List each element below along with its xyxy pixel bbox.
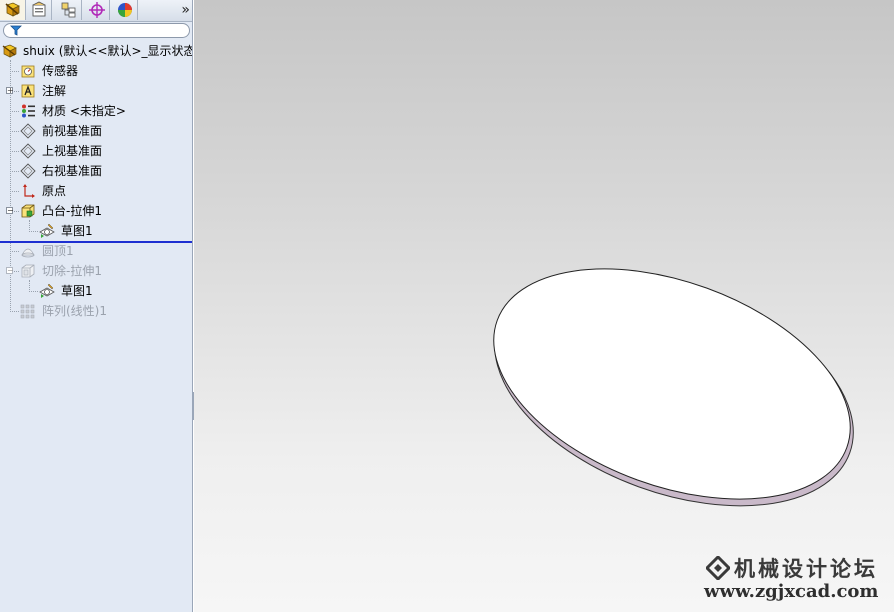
tree-item-boss-extrude1[interactable]: − 凸台-拉伸1 — [0, 201, 192, 221]
tree-root-part[interactable]: shuix (默认<<默认>_显示状态-1>) — [0, 41, 192, 61]
tree-item-sketch1-a[interactable]: 草图1 — [0, 221, 192, 241]
tree-item-cut-extrude1[interactable]: − 切除-拉伸1 — [0, 261, 192, 281]
tree-item-material[interactable]: 材质 <未指定> — [0, 101, 192, 121]
expand-toggle[interactable]: + — [6, 87, 14, 95]
part-icon — [2, 44, 17, 58]
tree-item-label: 阵列(线性)1 — [42, 304, 107, 318]
tree-item-label: 材质 <未指定> — [42, 104, 126, 118]
tree-item-label: 右视基准面 — [42, 164, 103, 178]
sensor-icon — [21, 65, 35, 78]
tab-display[interactable] — [112, 0, 138, 20]
tree-item-annotations[interactable]: + 注解 — [0, 81, 192, 101]
tree-item-sketch1-b[interactable]: 草图1 — [0, 281, 192, 301]
plane-icon — [20, 143, 36, 159]
tree-item-sensors[interactable]: 传感器 — [0, 61, 192, 81]
more-tabs-button[interactable]: » — [181, 1, 190, 19]
dome-icon — [21, 248, 35, 258]
dimxpert-icon — [88, 2, 105, 18]
collapse-toggle[interactable]: − — [6, 207, 14, 215]
tree-item-label: 前视基准面 — [42, 124, 103, 138]
tree-item-label: 草图1 — [61, 224, 93, 238]
tab-propertymanager[interactable] — [26, 0, 52, 20]
forum-logo-icon — [706, 556, 730, 580]
extrude-icon — [21, 204, 35, 218]
tree-item-label: 传感器 — [42, 64, 79, 78]
plane-icon — [20, 123, 36, 139]
tree-item-front-plane[interactable]: 前视基准面 — [0, 121, 192, 141]
sketch-icon — [39, 223, 55, 238]
graphics-viewport[interactable] — [194, 0, 894, 612]
property-manager-icon — [32, 1, 45, 17]
tree-item-label: 注解 — [42, 84, 67, 98]
feature-manager-panel: » shuix (默认<<默认>_显示状态-1>) — [0, 0, 193, 612]
tree-item-label: 上视基准面 — [42, 144, 103, 158]
configuration-manager-icon — [61, 2, 75, 18]
feature-tree-icon — [4, 2, 20, 17]
tree-item-top-plane[interactable]: 上视基准面 — [0, 141, 192, 161]
collapse-toggle[interactable]: − — [6, 267, 14, 275]
material-icon — [22, 104, 35, 118]
plane-icon — [20, 163, 36, 179]
tree-item-right-plane[interactable]: 右视基准面 — [0, 161, 192, 181]
tree-item-label: 凸台-拉伸1 — [42, 204, 102, 218]
linear-pattern-icon — [20, 304, 35, 319]
tree-item-label: 原点 — [42, 184, 67, 198]
tab-featuremanager[interactable] — [0, 0, 26, 20]
tree-filter-input[interactable] — [3, 23, 190, 38]
tree-item-label: 切除-拉伸1 — [42, 264, 102, 278]
filter-icon — [10, 25, 22, 36]
tree-item-origin[interactable]: 原点 — [0, 181, 192, 201]
display-manager-icon — [117, 3, 132, 17]
tab-dimxpert[interactable] — [84, 0, 110, 20]
sketch-icon — [39, 283, 55, 298]
tree-item-label: 圆顶1 — [42, 244, 74, 258]
model-view — [493, 268, 854, 507]
watermark: 机械设计论坛 www.zgjxcad.com — [704, 553, 894, 609]
tree-item-dome1[interactable]: 圆顶1 — [0, 241, 192, 261]
watermark-url: www.zgjxcad.com — [704, 581, 879, 602]
origin-icon — [23, 184, 35, 198]
watermark-title: 机械设计论坛 — [734, 556, 878, 581]
tab-configurationmanager[interactable] — [56, 0, 82, 20]
annotation-icon — [21, 84, 35, 98]
tree-root-label: shuix (默认<<默认>_显示状态-1>) — [23, 44, 192, 58]
manager-tabbar: » — [0, 0, 192, 22]
tree-item-label: 草图1 — [61, 284, 93, 298]
cut-extrude-icon — [21, 264, 35, 278]
tree-item-linear-pattern1[interactable]: 阵列(线性)1 — [0, 301, 192, 321]
